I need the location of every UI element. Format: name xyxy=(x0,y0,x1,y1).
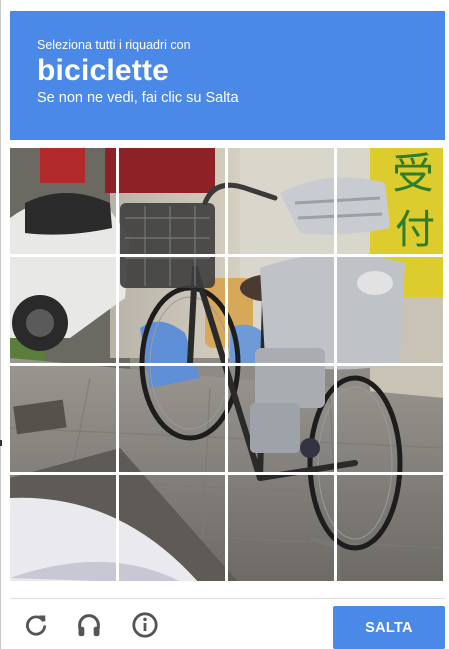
edge-mark xyxy=(0,440,2,446)
grid-tile[interactable]: 受 付 xyxy=(119,148,225,254)
tile-image: 受 付 xyxy=(228,148,334,254)
grid-tile[interactable]: 受 付 xyxy=(10,148,116,254)
left-border xyxy=(0,0,1,649)
grid-tile[interactable]: 受 付 xyxy=(10,366,116,472)
footer-divider xyxy=(10,598,445,599)
grid-tile[interactable]: 受 付 xyxy=(119,475,225,581)
grid-tile[interactable]: 受 付 xyxy=(119,366,225,472)
tile-image: 受 付 xyxy=(10,148,116,254)
grid-tile[interactable]: 受 付 xyxy=(228,366,334,472)
tile-image: 受 付 xyxy=(337,148,443,254)
instruction-text: Seleziona tutti i riquadri con xyxy=(37,38,191,52)
info-icon xyxy=(131,611,159,644)
grid-tile[interactable]: 受 付 xyxy=(337,148,443,254)
grid-tile[interactable]: 受 付 xyxy=(337,366,443,472)
info-button[interactable] xyxy=(130,611,160,644)
tile-image: 受 付 xyxy=(228,475,334,581)
tile-image: 受 付 xyxy=(10,366,116,472)
audio-challenge-button[interactable] xyxy=(74,612,104,642)
skip-button[interactable]: SALTA xyxy=(333,606,445,649)
svg-text:付: 付 xyxy=(395,207,435,253)
image-grid: 受 付 xyxy=(10,148,445,584)
grid-tile[interactable]: 受 付 xyxy=(10,475,116,581)
grid-tile[interactable]: 受 付 xyxy=(228,257,334,363)
tile-image: 受 付 xyxy=(119,148,225,254)
svg-text:受: 受 xyxy=(392,149,434,198)
grid-tile[interactable]: 受 付 xyxy=(10,257,116,363)
tile-image: 受 付 xyxy=(228,257,334,363)
tile-image: 受 付 xyxy=(337,366,443,472)
grid-tile[interactable]: 受 付 xyxy=(228,475,334,581)
grid-tile[interactable]: 受 付 xyxy=(337,475,443,581)
reload-button[interactable] xyxy=(21,612,51,642)
tile-image: 受 付 xyxy=(337,257,443,363)
tile-image: 受 付 xyxy=(10,475,116,581)
challenge-header: Seleziona tutti i riquadri con biciclett… xyxy=(10,11,445,140)
tile-image: 受 付 xyxy=(119,366,225,472)
grid-tile[interactable]: 受 付 xyxy=(228,148,334,254)
tile-image: 受 付 xyxy=(119,257,225,363)
grid-tile[interactable]: 受 付 xyxy=(119,257,225,363)
tile-image: 受 付 xyxy=(119,475,225,581)
grid-tile[interactable]: 受 付 xyxy=(337,257,443,363)
headphones-icon xyxy=(75,611,103,644)
tile-image: 受 付 xyxy=(10,257,116,363)
tile-image: 受 付 xyxy=(228,366,334,472)
skip-hint: Se non ne vedi, fai clic su Salta xyxy=(37,90,239,106)
target-object: biciclette xyxy=(37,54,170,87)
tile-image: 受 付 xyxy=(337,475,443,581)
reload-icon xyxy=(23,612,49,643)
